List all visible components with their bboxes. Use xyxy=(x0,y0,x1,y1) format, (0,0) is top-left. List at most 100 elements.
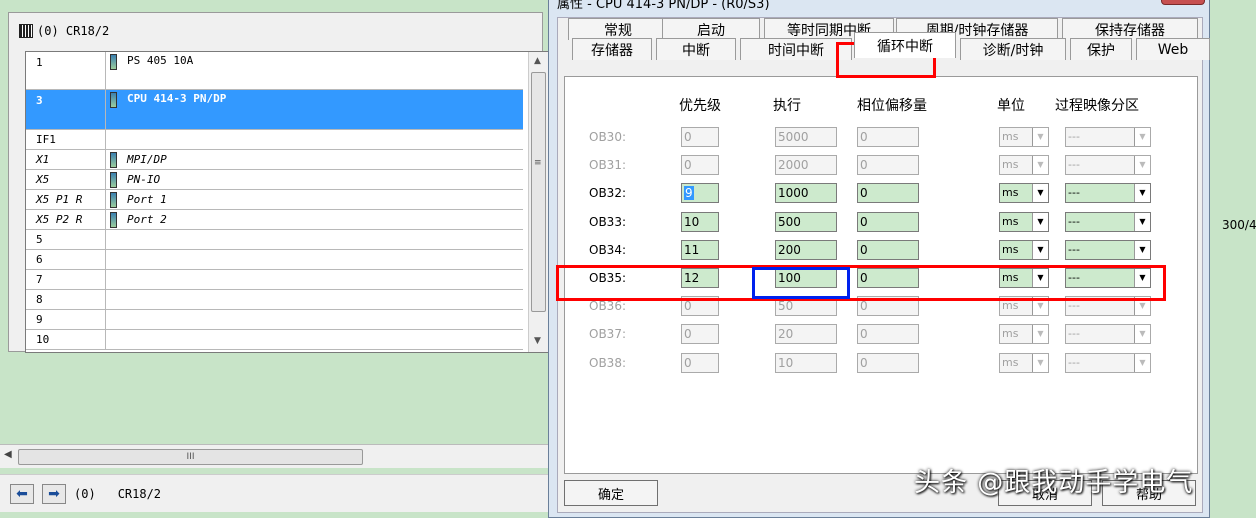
rack-slot: 9 xyxy=(26,310,106,329)
horizontal-scrollbar[interactable]: ◀ III xyxy=(0,444,548,468)
rack-row[interactable]: 9 xyxy=(26,310,523,330)
phase-offset-field[interactable]: 0 xyxy=(857,239,919,260)
phase-offset-field[interactable]: 0 xyxy=(857,183,919,204)
rack-row[interactable]: 3 CPU 414-3 PN/DP xyxy=(26,90,523,130)
scroll-thumb[interactable] xyxy=(531,72,546,312)
execution-field[interactable]: 200 xyxy=(775,239,837,260)
rack-row[interactable]: X5 P1 R Port 1 xyxy=(26,190,523,210)
rack-row[interactable]: IF1 xyxy=(26,130,523,150)
unit-dropdown[interactable]: ms ▼ xyxy=(999,324,1049,345)
tab-active[interactable]: 循环中断 xyxy=(854,32,956,58)
phase-offset-field[interactable]: 0 xyxy=(857,127,919,147)
priority-field[interactable]: 9 xyxy=(681,183,719,204)
execution-field[interactable]: 500 xyxy=(775,211,837,232)
chevron-down-icon[interactable]: ▼ xyxy=(1032,240,1048,259)
process-image-dropdown[interactable]: --- ▼ xyxy=(1065,127,1151,147)
chevron-down-icon[interactable]: ▼ xyxy=(1134,128,1150,146)
rack-row[interactable]: 7 xyxy=(26,270,523,290)
unit-dropdown[interactable]: ms ▼ xyxy=(999,239,1049,260)
chevron-down-icon[interactable]: ▼ xyxy=(1032,128,1048,146)
back-arrow-icon[interactable]: ⬅ xyxy=(10,483,34,504)
close-button[interactable]: X xyxy=(1161,0,1205,5)
chevron-down-icon[interactable]: ▼ xyxy=(1032,353,1048,372)
chevron-down-icon[interactable]: ▼ xyxy=(1134,184,1150,203)
process-image-dropdown[interactable]: --- ▼ xyxy=(1065,211,1151,232)
rack-row[interactable]: 1 PS 405 10A xyxy=(26,52,523,90)
process-image-dropdown[interactable]: --- ▼ xyxy=(1065,183,1151,204)
process-image-dropdown[interactable]: --- ▼ xyxy=(1065,155,1151,176)
rack-row[interactable]: 6 xyxy=(26,250,523,270)
priority-field[interactable]: 11 xyxy=(681,239,719,260)
scroll-left-icon[interactable]: ◀ xyxy=(4,449,12,460)
chevron-down-icon[interactable]: ▼ xyxy=(1032,184,1048,203)
rack-table[interactable]: 1 PS 405 10A 3 CPU 414-3 PN/DP IF1 X1 MPI/DP X5… xyxy=(25,51,549,353)
phase-offset-field[interactable]: 0 xyxy=(857,211,919,232)
rack-module xyxy=(106,310,523,329)
chevron-down-icon[interactable]: ▼ xyxy=(1134,212,1150,231)
rack-slot: 1 xyxy=(26,52,106,89)
execution-field[interactable]: 5000 xyxy=(775,127,837,147)
unit-dropdown[interactable]: ms ▼ xyxy=(999,352,1049,373)
rack-row[interactable]: X5 PN-IO xyxy=(26,170,523,190)
phase-offset-field[interactable]: 0 xyxy=(857,155,919,176)
tab-row2-item[interactable]: 诊断/时钟 xyxy=(960,38,1066,60)
tab-row2-item[interactable]: 存储器 xyxy=(572,38,652,60)
unit-dropdown[interactable]: ms ▼ xyxy=(999,155,1049,176)
rack-module: Port 2 xyxy=(106,210,523,229)
rack-vertical-scrollbar[interactable]: ▲ ≡ ▼ xyxy=(528,52,548,352)
ob35-execution-highlight-box xyxy=(752,267,850,299)
chevron-down-icon[interactable]: ▼ xyxy=(1032,325,1048,344)
forward-arrow-icon[interactable]: ➡ xyxy=(42,483,66,504)
execution-field[interactable]: 10 xyxy=(775,352,837,373)
tab-row2-item[interactable]: 中断 xyxy=(656,38,736,60)
chevron-down-icon[interactable]: ▼ xyxy=(1134,156,1150,175)
priority-value: 10 xyxy=(684,214,700,229)
process-image-value: --- xyxy=(1068,327,1080,341)
rack-slot: 6 xyxy=(26,250,106,269)
ok-button[interactable]: 确定 xyxy=(564,480,658,506)
tab-row2-item[interactable]: 保护 xyxy=(1070,38,1132,60)
priority-field[interactable]: 10 xyxy=(681,211,719,232)
tab-row2-item[interactable]: Web xyxy=(1136,38,1210,60)
scroll-up-icon[interactable]: ▲ xyxy=(534,56,541,66)
unit-dropdown[interactable]: ms ▼ xyxy=(999,183,1049,204)
phase-offset-field[interactable]: 0 xyxy=(857,352,919,373)
execution-field[interactable]: 2000 xyxy=(775,155,837,176)
rack-row[interactable]: X5 P2 R Port 2 xyxy=(26,210,523,230)
priority-field[interactable]: 0 xyxy=(681,352,719,373)
rack-row[interactable]: 8 xyxy=(26,290,523,310)
unit-dropdown[interactable]: ms ▼ xyxy=(999,211,1049,232)
side-label: 300/4 xyxy=(1222,218,1256,232)
tab-row1-item[interactable]: 启动 xyxy=(662,18,760,40)
tab-row1-item[interactable]: 常规 xyxy=(568,18,668,40)
process-image-dropdown[interactable]: --- ▼ xyxy=(1065,324,1151,345)
chevron-down-icon[interactable]: ▼ xyxy=(1134,325,1150,344)
priority-field[interactable]: 0 xyxy=(681,324,719,345)
process-image-value: --- xyxy=(1068,130,1080,143)
rack-row[interactable]: 5 xyxy=(26,230,523,250)
chevron-down-icon[interactable]: ▼ xyxy=(1134,353,1150,372)
priority-field[interactable]: 0 xyxy=(681,155,719,176)
chevron-down-icon[interactable]: ▼ xyxy=(1032,156,1048,175)
execution-field[interactable]: 1000 xyxy=(775,183,837,204)
priority-field[interactable]: 0 xyxy=(681,127,719,147)
process-image-dropdown[interactable]: --- ▼ xyxy=(1065,352,1151,373)
process-image-dropdown[interactable]: --- ▼ xyxy=(1065,239,1151,260)
execution-field[interactable]: 20 xyxy=(775,324,837,345)
ob-row: OB30: 0 5000 0 ms ▼ --- ▼ xyxy=(565,127,1199,149)
priority-value: 11 xyxy=(684,242,700,257)
hscroll-thumb[interactable]: III xyxy=(18,449,363,465)
col-process-image: 过程映像分区 xyxy=(1055,98,1139,114)
rack-row[interactable]: 10 xyxy=(26,330,523,350)
tab-row1-item[interactable]: 保持存储器 xyxy=(1062,18,1198,40)
unit-dropdown[interactable]: ms ▼ xyxy=(999,127,1049,147)
chevron-down-icon[interactable]: ▼ xyxy=(1134,240,1150,259)
scroll-down-icon[interactable]: ▼ xyxy=(534,336,541,346)
rack-module: PN-IO xyxy=(106,170,523,189)
rack-row[interactable]: X1 MPI/DP xyxy=(26,150,523,170)
phase-offset-field[interactable]: 0 xyxy=(857,324,919,345)
unit-value: ms xyxy=(1002,299,1019,313)
rack-slot: IF1 xyxy=(26,130,106,149)
chevron-down-icon[interactable]: ▼ xyxy=(1032,212,1048,231)
rack-slot: 10 xyxy=(26,330,106,349)
